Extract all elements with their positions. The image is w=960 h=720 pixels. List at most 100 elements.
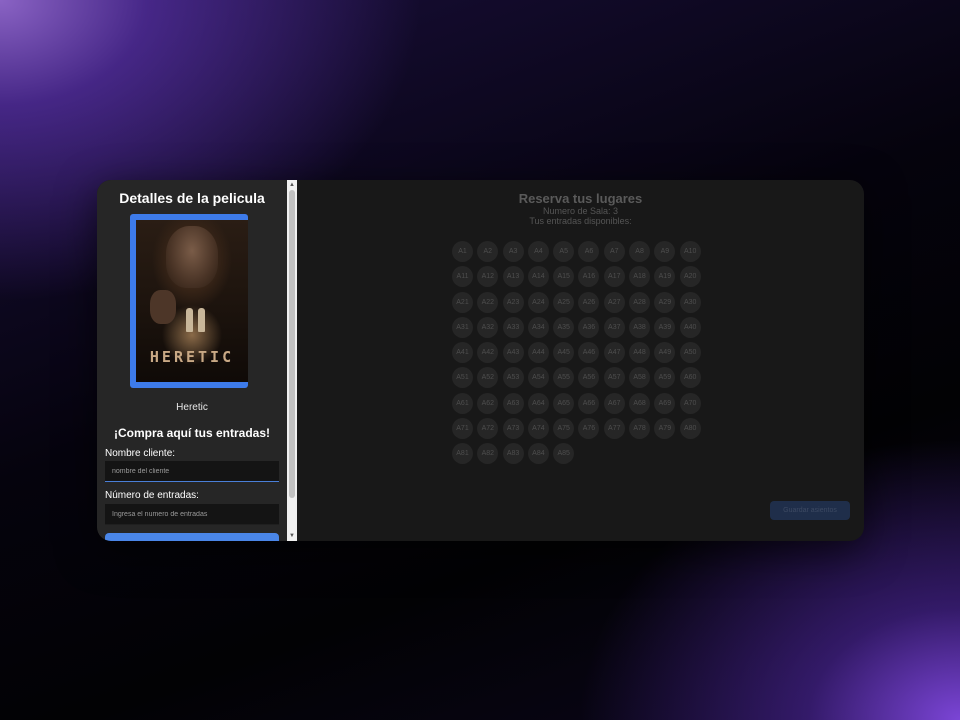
seat-button[interactable]: A9	[654, 241, 676, 262]
seat-button[interactable]: A83	[502, 443, 524, 465]
seat-button[interactable]: A25	[553, 291, 575, 313]
seat-button[interactable]: A13	[502, 266, 524, 288]
seat-button[interactable]: A16	[578, 266, 600, 288]
seat-button[interactable]: A72	[477, 418, 499, 440]
seat-button[interactable]: A37	[603, 316, 625, 338]
seat-button[interactable]: A30	[679, 291, 701, 313]
seat-button[interactable]: A21	[452, 291, 473, 313]
sidebar-scrollbar[interactable]: ▲ ▼	[287, 180, 297, 541]
seat-button[interactable]: A18	[629, 266, 651, 288]
seat-button[interactable]: A44	[527, 342, 549, 364]
seat-button[interactable]: A60	[679, 367, 701, 389]
seat-button[interactable]: A34	[527, 316, 549, 338]
seat-button[interactable]: A5	[553, 241, 575, 262]
seat-button[interactable]: A45	[553, 342, 575, 364]
seat-button[interactable]: A82	[477, 443, 499, 465]
seat-button[interactable]: A78	[629, 418, 651, 440]
poster-figure	[198, 308, 205, 332]
seat-button[interactable]: A63	[502, 392, 524, 414]
scroll-up-icon[interactable]: ▲	[287, 180, 297, 190]
seat-button[interactable]: A52	[477, 367, 499, 389]
seat-button[interactable]: A47	[603, 342, 625, 364]
seat-button[interactable]: A39	[654, 316, 676, 338]
movie-name: Heretic	[176, 402, 208, 413]
seat-button[interactable]: A62	[477, 392, 499, 414]
seat-button[interactable]: A59	[654, 367, 676, 389]
seat-button[interactable]: A7	[603, 241, 625, 262]
movie-details-title: Detalles de la pelicula	[119, 190, 265, 206]
seat-button[interactable]: A73	[502, 418, 524, 440]
seat-button[interactable]: A40	[679, 316, 701, 338]
scroll-down-icon[interactable]: ▼	[287, 531, 297, 541]
seat-button[interactable]: A10	[679, 241, 701, 262]
buy-button[interactable]	[105, 533, 279, 541]
seat-button[interactable]: A46	[578, 342, 600, 364]
seat-button[interactable]: A56	[578, 367, 600, 389]
seat-button[interactable]: A2	[477, 241, 499, 262]
movie-details-panel: Detalles de la pelicula HERETIC Heretic …	[97, 180, 287, 541]
seat-button[interactable]: A28	[629, 291, 651, 313]
available-tickets: Tus entradas disponibles:	[529, 216, 632, 226]
seat-button[interactable]: A11	[452, 266, 473, 288]
seat-button[interactable]: A55	[553, 367, 575, 389]
seat-button[interactable]: A20	[679, 266, 701, 288]
seat-button[interactable]: A35	[553, 316, 575, 338]
client-name-input[interactable]	[105, 461, 279, 482]
seat-button[interactable]: A67	[603, 392, 625, 414]
seat-button[interactable]: A61	[452, 392, 473, 414]
seat-button[interactable]: A53	[502, 367, 524, 389]
seat-button[interactable]: A77	[603, 418, 625, 440]
seat-button[interactable]: A54	[527, 367, 549, 389]
scroll-thumb[interactable]	[289, 190, 295, 498]
seat-button[interactable]: A26	[578, 291, 600, 313]
seat-button[interactable]: A49	[654, 342, 676, 364]
save-seats-button[interactable]: Guardar asientos	[770, 501, 850, 520]
seat-button[interactable]: A79	[654, 418, 676, 440]
seat-button[interactable]: A43	[502, 342, 524, 364]
seat-button[interactable]: A33	[502, 316, 524, 338]
seat-button[interactable]: A1	[452, 241, 473, 262]
seat-button[interactable]: A22	[477, 291, 499, 313]
seat-button[interactable]: A68	[629, 392, 651, 414]
seat-button[interactable]: A29	[654, 291, 676, 313]
seat-button[interactable]: A17	[603, 266, 625, 288]
seat-button[interactable]: A80	[679, 418, 701, 440]
seat-button[interactable]: A12	[477, 266, 499, 288]
seat-button[interactable]: A42	[477, 342, 499, 364]
seat-button[interactable]: A19	[654, 266, 676, 288]
seat-button[interactable]: A24	[527, 291, 549, 313]
seat-button[interactable]: A41	[452, 342, 473, 364]
ticket-count-input[interactable]	[105, 504, 279, 525]
poster-figure	[186, 308, 193, 332]
seat-button[interactable]: A76	[578, 418, 600, 440]
seat-button[interactable]: A3	[502, 241, 524, 262]
seat-button[interactable]: A70	[679, 392, 701, 414]
seat-button[interactable]: A57	[603, 367, 625, 389]
seat-button[interactable]: A85	[553, 443, 575, 465]
seat-button[interactable]: A50	[679, 342, 701, 364]
seat-button[interactable]: A65	[553, 392, 575, 414]
seat-button[interactable]: A36	[578, 316, 600, 338]
room-number: Numero de Sala: 3	[542, 206, 619, 216]
seat-button[interactable]: A14	[527, 266, 549, 288]
seat-button[interactable]: A64	[527, 392, 549, 414]
seat-button[interactable]: A23	[502, 291, 524, 313]
seat-button[interactable]: A31	[452, 316, 473, 338]
seat-button[interactable]: A84	[527, 443, 549, 465]
seat-button[interactable]: A32	[477, 316, 499, 338]
seat-button[interactable]: A71	[452, 418, 473, 440]
seat-button[interactable]: A66	[578, 392, 600, 414]
seat-button[interactable]: A8	[629, 241, 651, 262]
seat-button[interactable]: A51	[452, 367, 473, 389]
seat-button[interactable]: A6	[578, 241, 600, 262]
seat-button[interactable]: A75	[553, 418, 575, 440]
seat-button[interactable]: A81	[452, 443, 473, 465]
seat-button[interactable]: A15	[553, 266, 575, 288]
seat-button[interactable]: A4	[527, 241, 549, 262]
seat-button[interactable]: A58	[629, 367, 651, 389]
seat-button[interactable]: A38	[629, 316, 651, 338]
seat-button[interactable]: A48	[629, 342, 651, 364]
seat-button[interactable]: A27	[603, 291, 625, 313]
seat-button[interactable]: A74	[527, 418, 549, 440]
seat-button[interactable]: A69	[654, 392, 676, 414]
